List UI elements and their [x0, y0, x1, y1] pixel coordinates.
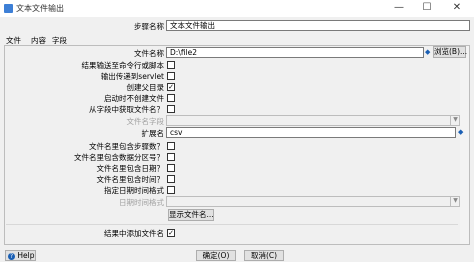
show-filenames-button[interactable]: 显示文件名... [168, 209, 214, 221]
help-label: Help [17, 251, 35, 260]
add-to-result-checkbox[interactable]: ✓ [167, 229, 175, 237]
filename-field-label: 文件名字段 [126, 117, 165, 126]
add-to-result-label: 结果中添加文件名 [104, 229, 164, 238]
create-parent-folder-label: 创建父目录 [126, 83, 165, 92]
divider [6, 224, 458, 225]
filename-label: 文件名称 [134, 49, 164, 58]
minimize-button[interactable]: — [386, 1, 412, 15]
datetime-format-label: 日期时间格式 [119, 198, 164, 207]
filename-from-field-label: 从字段中获取文件名？ [89, 105, 164, 114]
pipe-to-command-label: 结果输送至命令行或脚本 [81, 61, 165, 70]
include-time-checkbox[interactable] [167, 175, 175, 183]
include-partnr-label: 文件名里包含数据分区号？ [74, 153, 164, 162]
filename-input[interactable]: D:\file2 [166, 47, 424, 58]
specify-datetime-format-checkbox[interactable] [167, 186, 175, 194]
cancel-button[interactable]: 取消(C) [244, 250, 284, 261]
extension-label: 扩展名 [141, 129, 165, 138]
chevron-down-icon[interactable]: ▼ [450, 115, 460, 126]
include-stepnr-label: 文件名里包含步骤数？ [89, 142, 164, 151]
ok-button[interactable]: 确定(O) [196, 250, 236, 261]
specify-datetime-format-label: 指定日期时间格式 [104, 186, 164, 195]
filename-from-field-checkbox[interactable] [167, 105, 175, 113]
help-circle-icon: ? [8, 252, 15, 260]
tab-content[interactable]: 内容 [31, 36, 46, 45]
create-parent-folder-checkbox[interactable]: ✓ [167, 83, 175, 91]
maximize-button[interactable]: ☐ [414, 1, 440, 15]
step-name-label: 步骤名称 [134, 22, 164, 31]
include-stepnr-checkbox[interactable] [167, 142, 175, 150]
output-to-servlet-label: 输出传递到servlet [100, 72, 164, 81]
tab-fields[interactable]: 字段 [52, 36, 67, 45]
datetime-format-combo[interactable] [166, 196, 460, 207]
title-bar: 文本文件输出 — ☐ ✕ [0, 0, 474, 17]
pipe-to-command-checkbox[interactable] [167, 61, 175, 69]
panel-scrollbar[interactable] [460, 46, 469, 244]
include-partnr-checkbox[interactable] [167, 153, 175, 161]
dollar-variable-icon: ◆ [425, 48, 431, 56]
step-name-input[interactable]: 文本文件输出 [166, 20, 470, 31]
no-create-at-start-checkbox[interactable] [167, 94, 175, 102]
help-button[interactable]: ? Help [5, 250, 36, 261]
include-date-label: 文件名里包含日期？ [96, 164, 165, 173]
extension-input[interactable]: csv [166, 127, 456, 138]
include-date-checkbox[interactable] [167, 164, 175, 172]
chevron-down-icon[interactable]: ▼ [450, 196, 460, 207]
browse-button[interactable]: 浏览(B)... [433, 46, 467, 58]
no-create-at-start-label: 启动时不创建文件 [104, 94, 164, 103]
dollar-variable-icon: ◆ [458, 128, 464, 136]
close-button[interactable]: ✕ [444, 1, 470, 15]
window-app-icon [4, 4, 13, 13]
filename-field-combo[interactable] [166, 115, 460, 126]
tab-file[interactable]: 文件 [6, 36, 21, 45]
window-title: 文本文件输出 [16, 4, 64, 13]
include-time-label: 文件名里包含时间？ [96, 175, 165, 184]
output-to-servlet-checkbox[interactable] [167, 72, 175, 80]
